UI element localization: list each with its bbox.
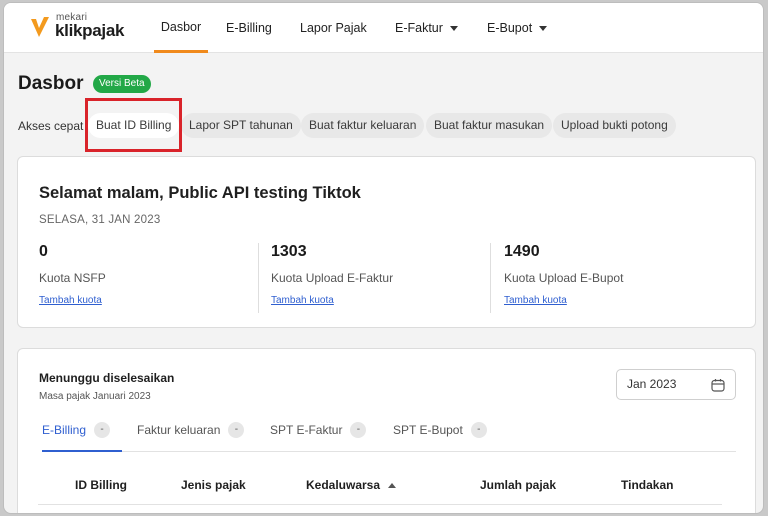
tab-spt-e-faktur[interactable]: SPT E-Faktur - xyxy=(270,421,367,439)
tab-count-badge: - xyxy=(470,422,487,438)
nav-lapor-pajak-label: Lapor Pajak xyxy=(300,21,367,35)
chevron-down-icon xyxy=(449,25,458,31)
page-title: Dasbor xyxy=(18,73,84,94)
quick-upload-bukti-potong[interactable]: Upload bukti potong xyxy=(553,113,676,138)
column-header-label: ID Billing xyxy=(75,478,127,492)
greeting: Selamat malam, Public API testing Tiktok xyxy=(39,184,361,202)
column-header-label: Jumlah pajak xyxy=(480,478,557,492)
sort-ascending-icon xyxy=(388,482,397,488)
app-window: mekari klikpajak Dasbor E-Billing Lapor … xyxy=(3,2,764,514)
tab-spt-e-bupot[interactable]: SPT E-Bupot - xyxy=(393,421,487,439)
nav-dasbor-label: Dasbor xyxy=(160,19,202,34)
pending-card: Menunggu diselesaikan Masa pajak Januari… xyxy=(17,348,756,513)
tab-faktur-keluaran[interactable]: Faktur keluaran - xyxy=(137,421,245,439)
stat-value: 1303 xyxy=(271,243,307,260)
table-header-divider xyxy=(38,504,722,505)
nav-e-bupot[interactable]: E-Bupot xyxy=(487,3,548,53)
top-navbar: mekari klikpajak Dasbor E-Billing Lapor … xyxy=(4,3,763,53)
quick-access-label: Akses cepat xyxy=(18,119,84,133)
quick-buat-faktur-keluaran[interactable]: Buat faktur keluaran xyxy=(301,113,425,138)
column-header-tindakan: Tindakan xyxy=(621,478,673,492)
column-header-id-billing: ID Billing xyxy=(75,478,127,492)
logo-brand: klikpajak xyxy=(55,21,125,40)
klikpajak-logo[interactable]: mekari klikpajak xyxy=(30,12,130,44)
tambah-kuota-link[interactable]: Tambah kuota xyxy=(504,295,623,306)
tab-e-billing[interactable]: E-Billing - xyxy=(42,421,111,439)
column-header-label: Kedaluwarsa xyxy=(306,478,381,492)
logo-check-icon xyxy=(31,17,49,37)
stat-label: Kuota Upload E-Faktur xyxy=(271,271,394,285)
tab-label: SPT E-Faktur xyxy=(270,423,343,437)
nav-e-billing[interactable]: E-Billing xyxy=(226,3,272,53)
pending-subtitle: Masa pajak Januari 2023 xyxy=(39,391,151,402)
chevron-down-icon xyxy=(539,25,548,31)
stat-kuota-upload-efaktur: 1303 Kuota Upload E-Faktur Tambah kuota xyxy=(271,243,393,317)
tab-label: Faktur keluaran xyxy=(137,423,221,437)
welcome-card: Selamat malam, Public API testing Tiktok… xyxy=(17,156,756,328)
calendar-icon xyxy=(711,379,725,392)
stat-divider xyxy=(490,243,491,313)
tambah-kuota-link[interactable]: Tambah kuota xyxy=(271,295,393,306)
tab-label: SPT E-Bupot xyxy=(393,423,463,437)
stat-label: Kuota Upload E-Bupot xyxy=(504,271,624,285)
tab-count-badge: - xyxy=(350,422,367,438)
stat-kuota-nsfp: 0 Kuota NSFP Tambah kuota xyxy=(39,243,106,317)
nav-e-billing-label: E-Billing xyxy=(226,21,272,35)
beta-badge: Versi Beta xyxy=(93,75,151,93)
pending-title: Menunggu diselesaikan xyxy=(39,371,175,385)
nav-e-faktur-label: E-Faktur xyxy=(395,21,443,35)
stat-value: 0 xyxy=(39,243,48,260)
highlight-box xyxy=(85,98,182,152)
stat-label: Kuota NSFP xyxy=(39,271,106,285)
tab-divider xyxy=(42,451,736,452)
tab-label: E-Billing xyxy=(42,423,87,437)
stat-value: 1490 xyxy=(504,243,540,260)
column-header-jumlah-pajak: Jumlah pajak xyxy=(480,478,556,492)
column-header-label: Jenis pajak xyxy=(181,478,246,492)
quick-lapor-spt-tahunan[interactable]: Lapor SPT tahunan xyxy=(181,113,301,138)
active-tab-indicator xyxy=(42,450,122,452)
quick-buat-faktur-masukan[interactable]: Buat faktur masukan xyxy=(426,113,553,138)
nav-dasbor[interactable]: Dasbor xyxy=(154,3,208,53)
column-header-jenis-pajak: Jenis pajak xyxy=(181,478,246,492)
nav-lapor-pajak[interactable]: Lapor Pajak xyxy=(300,3,367,53)
period-select[interactable]: Jan 2023 xyxy=(616,369,736,400)
period-select-value: Jan 2023 xyxy=(627,377,677,391)
tab-count-badge: - xyxy=(94,422,111,438)
stat-kuota-upload-ebupot: 1490 Kuota Upload E-Bupot Tambah kuota xyxy=(504,243,623,317)
column-header-label: Tindakan xyxy=(621,478,674,492)
nav-e-bupot-label: E-Bupot xyxy=(487,21,533,35)
tab-count-badge: - xyxy=(228,422,245,438)
column-header-kedaluwarsa[interactable]: Kedaluwarsa xyxy=(306,478,397,492)
current-date: SELASA, 31 JAN 2023 xyxy=(39,214,161,226)
stat-divider xyxy=(258,243,259,313)
nav-e-faktur[interactable]: E-Faktur xyxy=(395,3,458,53)
tambah-kuota-link[interactable]: Tambah kuota xyxy=(39,295,106,306)
